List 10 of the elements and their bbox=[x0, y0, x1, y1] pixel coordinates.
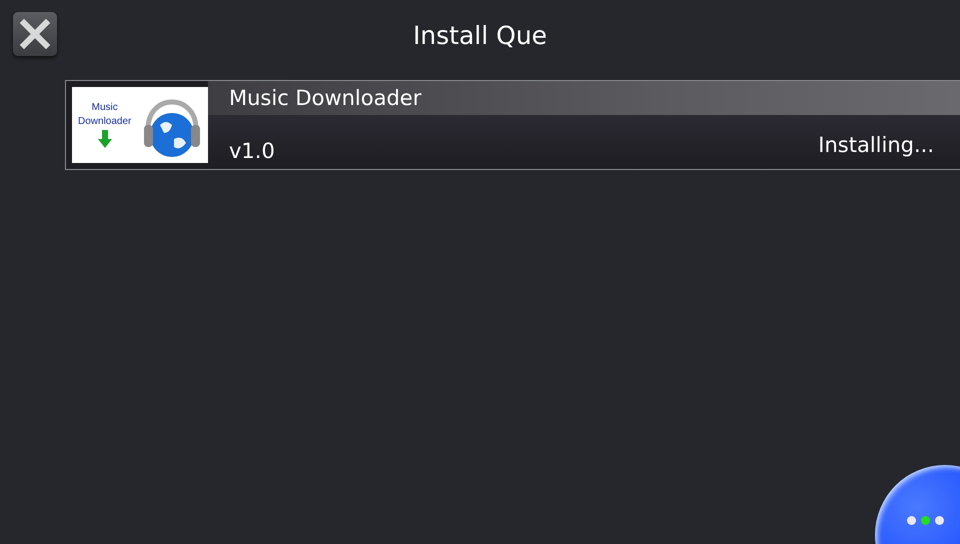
thumbnail-label: Music bbox=[92, 102, 118, 114]
queue-item[interactable]: Music Downloader Music Downloader v1.0 Installing... bbox=[65, 80, 960, 170]
down-arrow-icon bbox=[98, 130, 112, 148]
close-button[interactable] bbox=[13, 12, 57, 56]
close-icon bbox=[19, 18, 51, 50]
app-version: v1.0 bbox=[229, 139, 275, 163]
screen-title: Install Que bbox=[412, 20, 548, 50]
app-name: Music Downloader bbox=[229, 86, 422, 110]
install-status: Installing... bbox=[818, 133, 934, 157]
thumbnail-label: Downloader bbox=[78, 116, 132, 128]
